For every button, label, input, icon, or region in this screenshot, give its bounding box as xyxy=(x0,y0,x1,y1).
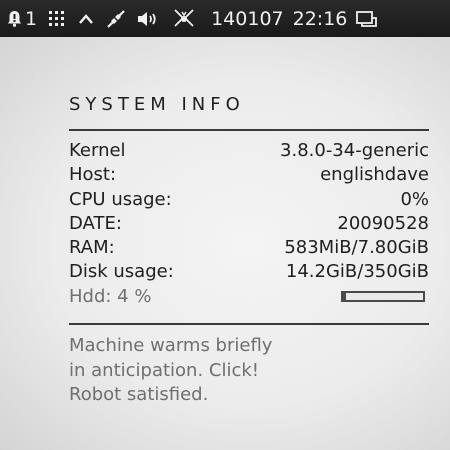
volume-icon[interactable] xyxy=(136,0,158,37)
hdd-usage-bar xyxy=(341,291,425,303)
panel-clock[interactable]: 22:16 xyxy=(293,0,348,37)
widget-title: SYSTEM INFO xyxy=(69,94,245,115)
apps-grid-icon[interactable] xyxy=(48,0,65,37)
desktop: SYSTEM INFO Kernel 3.8.0-34-generic Host… xyxy=(0,37,450,450)
session-menu-icon[interactable] xyxy=(356,0,378,37)
row-value: 583MiB/7.80GiB xyxy=(284,237,429,259)
message-line: Robot satisfied. xyxy=(69,384,209,406)
row-label: Kernel xyxy=(69,140,126,161)
network-icon[interactable] xyxy=(105,0,127,37)
message-line: in anticipation. Click! xyxy=(69,359,260,381)
status-message: Machine warms briefly in anticipation. C… xyxy=(69,334,429,408)
top-panel: 1 140107 22:16 xyxy=(0,0,450,37)
row-value: 14.2GiB/350GiB xyxy=(285,261,429,283)
row-host: Host: englishdave xyxy=(69,163,429,187)
row-ram: RAM: 583MiB/7.80GiB xyxy=(69,236,429,260)
row-value: englishdave xyxy=(320,164,429,186)
row-date: DATE: 20090528 xyxy=(69,212,429,236)
hdd-label: Hdd: 4 % xyxy=(69,285,152,307)
info-rows: Kernel 3.8.0-34-generic Host: englishdav… xyxy=(69,139,429,309)
row-value: 20090528 xyxy=(337,212,429,234)
row-label: DATE: xyxy=(69,212,122,234)
row-label: CPU usage: xyxy=(69,188,172,210)
hdd-usage-fill xyxy=(343,293,347,301)
message-line: Machine warms briefly xyxy=(69,335,273,357)
chevron-up-icon[interactable] xyxy=(78,0,94,37)
row-value: 3.8.0-34-generic xyxy=(280,140,429,161)
row-cpu: CPU usage: 0% xyxy=(69,188,429,212)
divider xyxy=(69,129,429,131)
divider xyxy=(69,323,429,326)
row-value: 0% xyxy=(400,188,429,210)
row-kernel: Kernel 3.8.0-34-generic xyxy=(69,139,429,163)
alert-icon[interactable] xyxy=(7,0,22,37)
panel-date[interactable]: 140107 xyxy=(211,0,284,37)
notification-count[interactable]: 1 xyxy=(25,0,37,37)
row-label: Host: xyxy=(69,164,117,186)
bluetooth-icon[interactable] xyxy=(173,0,195,37)
conky-widget: SYSTEM INFO Kernel 3.8.0-34-generic Host… xyxy=(69,93,429,408)
row-disk: Disk usage: 14.2GiB/350GiB xyxy=(69,260,429,284)
row-hdd: Hdd: 4 % xyxy=(69,285,429,309)
row-label: RAM: xyxy=(69,237,115,259)
row-label: Disk usage: xyxy=(69,261,174,283)
